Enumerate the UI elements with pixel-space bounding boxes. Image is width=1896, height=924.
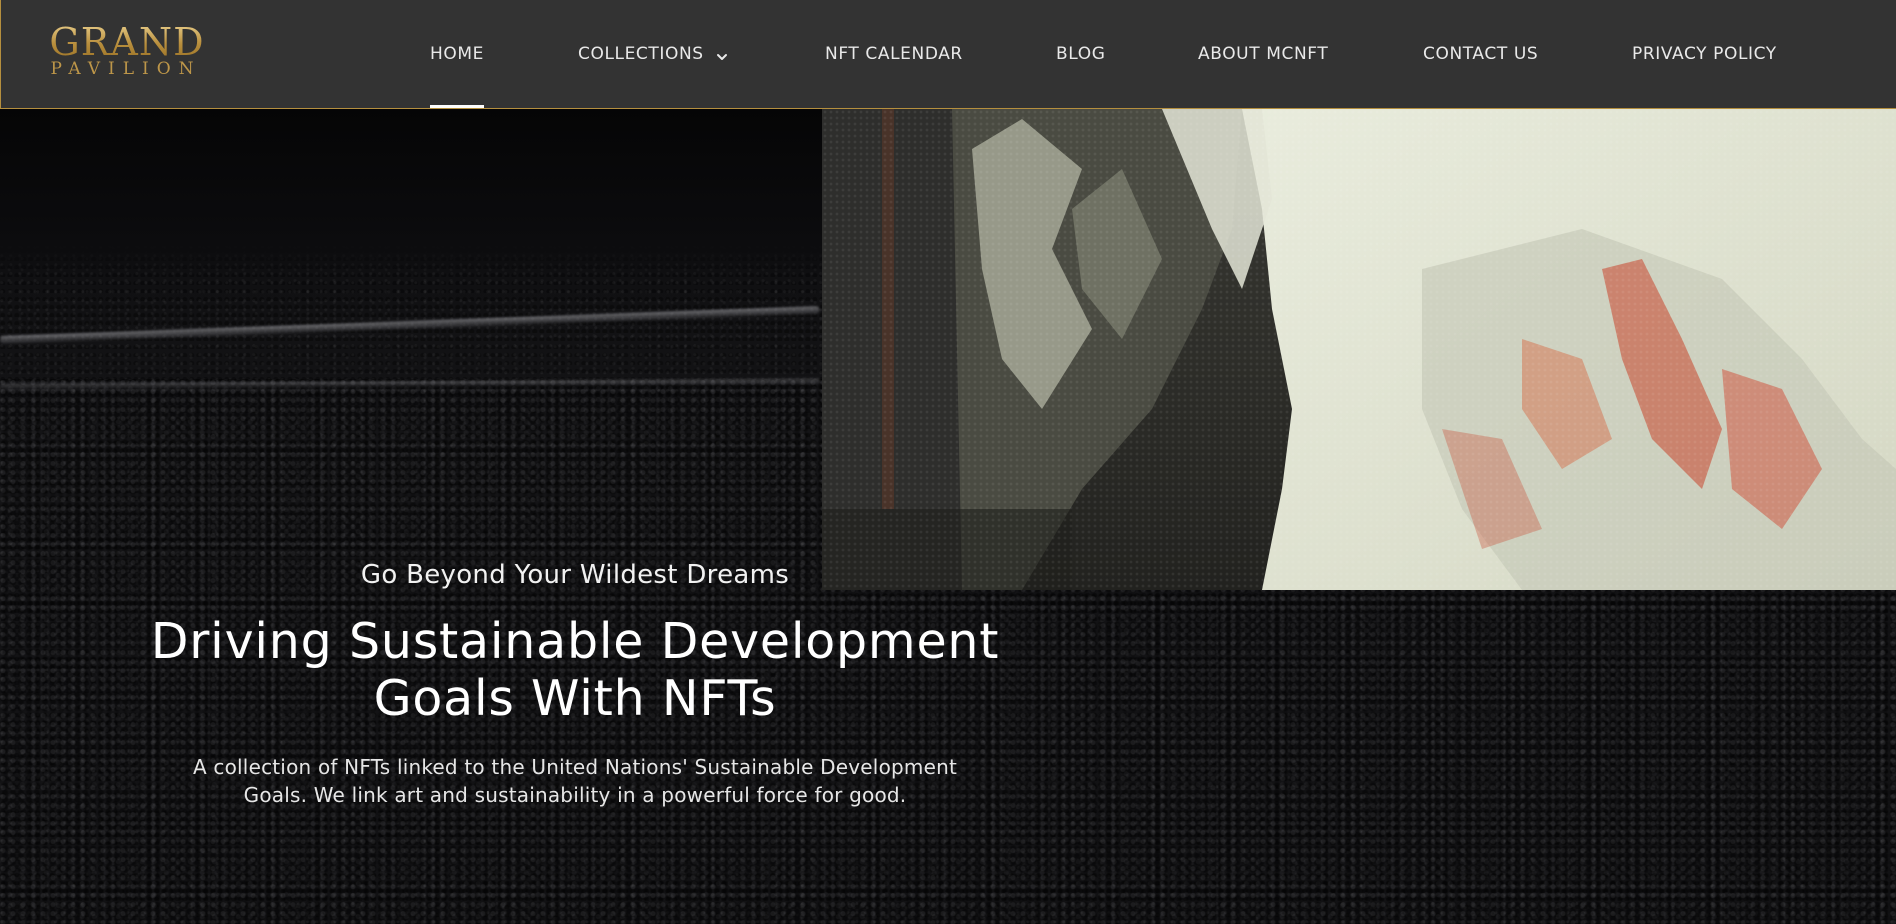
nav-item-blog[interactable]: BLOG — [1056, 0, 1105, 108]
nav-item-label: CONTACT US — [1423, 44, 1539, 64]
nav-item-nft-calendar[interactable]: NFT CALENDAR — [825, 0, 963, 108]
nav-item-label: PRIVACY POLICY — [1632, 44, 1777, 64]
logo-wordmark-top: GRAND — [30, 23, 224, 61]
nav-item-about[interactable]: ABOUT MCNFT — [1198, 0, 1328, 108]
hero-headline: Driving Sustainable Development Goals Wi… — [150, 613, 1000, 727]
chevron-down-icon — [716, 48, 728, 60]
hero-dark-band — [0, 109, 822, 279]
hero-text-block: Go Beyond Your Wildest Dreams Driving Su… — [130, 557, 1020, 809]
site-header: GRAND PAVILION HOME COLLECTIONS NFT CALE… — [0, 0, 1896, 109]
hero-description: A collection of NFTs linked to the Unite… — [192, 755, 958, 807]
nav-item-privacy-policy[interactable]: PRIVACY POLICY — [1632, 0, 1777, 108]
nav-item-label: NFT CALENDAR — [825, 44, 963, 64]
logo-wordmark-bottom: PAVILION — [50, 59, 202, 79]
hero-kicker: Go Beyond Your Wildest Dreams — [360, 560, 790, 590]
site-logo[interactable]: GRAND PAVILION — [34, 23, 224, 78]
hero-section: Go Beyond Your Wildest Dreams Driving Su… — [0, 109, 1896, 924]
nav-item-collections[interactable]: COLLECTIONS — [578, 0, 728, 108]
hero-artwork-image — [822, 109, 1896, 590]
nav-item-home[interactable]: HOME — [430, 0, 484, 108]
hero-ridge-upper — [0, 305, 820, 344]
nav-item-label: ABOUT MCNFT — [1198, 44, 1329, 64]
nav-item-label: COLLECTIONS — [578, 44, 704, 64]
nav-item-contact[interactable]: CONTACT US — [1423, 0, 1538, 108]
nav-item-label: BLOG — [1056, 44, 1106, 64]
nav-item-label: HOME — [430, 44, 484, 64]
